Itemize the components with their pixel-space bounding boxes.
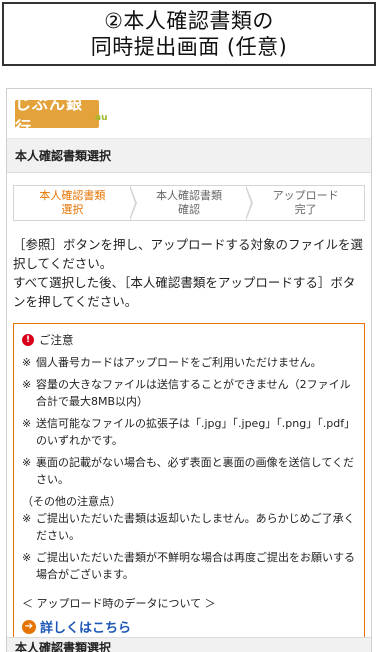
notice-item-text: ご提出いただいた書類が不鮮明な場合は再度ご提出をお願いする場合がございます。 xyxy=(36,551,355,581)
notice-heading: ! ご注意 xyxy=(22,332,356,348)
section-title: 本人確認書類選択 xyxy=(15,149,112,163)
step-label: 本人確認書類 確認 xyxy=(156,189,222,216)
section-header: 本人確認書類選択 xyxy=(7,139,371,173)
step-separator xyxy=(245,185,254,221)
notice-item: ※ 裏面の記載がない場合も、必ず表面と裏面の画像を送信してください。 xyxy=(22,454,356,488)
notice-item: ※ ご提出いただいた書類が不鮮明な場合は再度ご提出をお願いする場合がございます。 xyxy=(22,549,356,583)
step-indicator: 本人確認書類 選択 本人確認書類 確認 アップロード 完了 xyxy=(13,185,365,221)
notice-item: ※ 容量の大きなファイルは送信することができません（2ファイル合計で最大8MB以… xyxy=(22,376,356,410)
notice-heading-text: ご注意 xyxy=(39,333,74,347)
caption-line-2: 同時提出画面 (任意) xyxy=(90,35,288,59)
note-mark: ※ xyxy=(22,378,32,391)
step-select: 本人確認書類 選択 xyxy=(14,185,137,221)
notice-item-text: 裏面の記載がない場合も、必ず表面と裏面の画像を送信してください。 xyxy=(36,456,355,486)
warning-icon: ! xyxy=(22,334,34,346)
notice-item: ※ 送信可能なファイルの拡張子は「.jpg」「.jpeg」「.png」「.pdf… xyxy=(22,415,356,449)
step-label: 本人確認書類 選択 xyxy=(39,189,106,216)
note-mark: ※ xyxy=(22,551,32,564)
step-separator xyxy=(128,185,137,221)
next-section-title: 本人確認書類選択 xyxy=(15,641,112,652)
step-complete: アップロード 完了 xyxy=(247,186,364,220)
notice-item-text: 個人番号カードはアップロードをご利用いただけません。 xyxy=(36,356,322,369)
upload-data-label: ＜ アップロード時のデータについて ＞ xyxy=(22,597,216,610)
instruction-line-2: すべて選択した後、［本人確認書類をアップロードする］ボタンを押してください。 xyxy=(13,275,356,309)
step-confirm: 本人確認書類 確認 xyxy=(131,185,254,221)
phone-screen: じぶん銀行 au 本人確認書類選択 本人確認書類 選択 本人確認書類 確認 アッ… xyxy=(6,88,372,652)
app-header: じぶん銀行 au xyxy=(7,89,371,139)
logo-text: じぶん銀行 xyxy=(15,94,84,137)
notice-item-text: ご提出いただいた書類は返却いたしません。あらかじめご了承ください。 xyxy=(36,512,355,542)
note-mark: ※ xyxy=(22,512,32,525)
other-notes-heading: （その他の注意点） xyxy=(22,495,121,508)
arrow-right-icon: ➔ xyxy=(22,619,36,634)
note-mark: ※ xyxy=(22,417,32,430)
instruction-line-1: ［参照］ボタンを押し、アップロードする対象のファイルを選択してください。 xyxy=(13,237,364,271)
details-link[interactable]: ➔ 詳しくはこちら xyxy=(22,617,356,636)
logo-badge: au xyxy=(95,113,108,123)
note-mark: ※ xyxy=(22,456,32,469)
step-label: アップロード 完了 xyxy=(272,189,339,216)
notice-item-text: 容量の大きなファイルは送信することができません（2ファイル合計で最大8MB以内） xyxy=(36,378,351,408)
notice-item: ※ ご提出いただいた書類は返却いたしません。あらかじめご了承ください。 xyxy=(22,510,356,544)
next-section-header: 本人確認書類選択 xyxy=(7,637,371,652)
notice-box: ! ご注意 ※ 個人番号カードはアップロードをご利用いただけません。 ※ 容量の… xyxy=(13,323,365,647)
notice-item-text: 送信可能なファイルの拡張子は「.jpg」「.jpeg」「.png」「.pdf」の… xyxy=(36,417,356,447)
screen-caption: ②本人確認書類の 同時提出画面 (任意) xyxy=(2,2,376,66)
notice-item: ※ 個人番号カードはアップロードをご利用いただけません。 xyxy=(22,354,356,371)
instructions: ［参照］ボタンを押し、アップロードする対象のファイルを選択してください。 すべて… xyxy=(13,235,365,311)
caption-line-1: ②本人確認書類の xyxy=(104,9,274,33)
details-link-text[interactable]: 詳しくはこちら xyxy=(40,617,131,636)
bank-logo[interactable]: じぶん銀行 xyxy=(15,94,99,137)
note-mark: ※ xyxy=(22,356,32,369)
